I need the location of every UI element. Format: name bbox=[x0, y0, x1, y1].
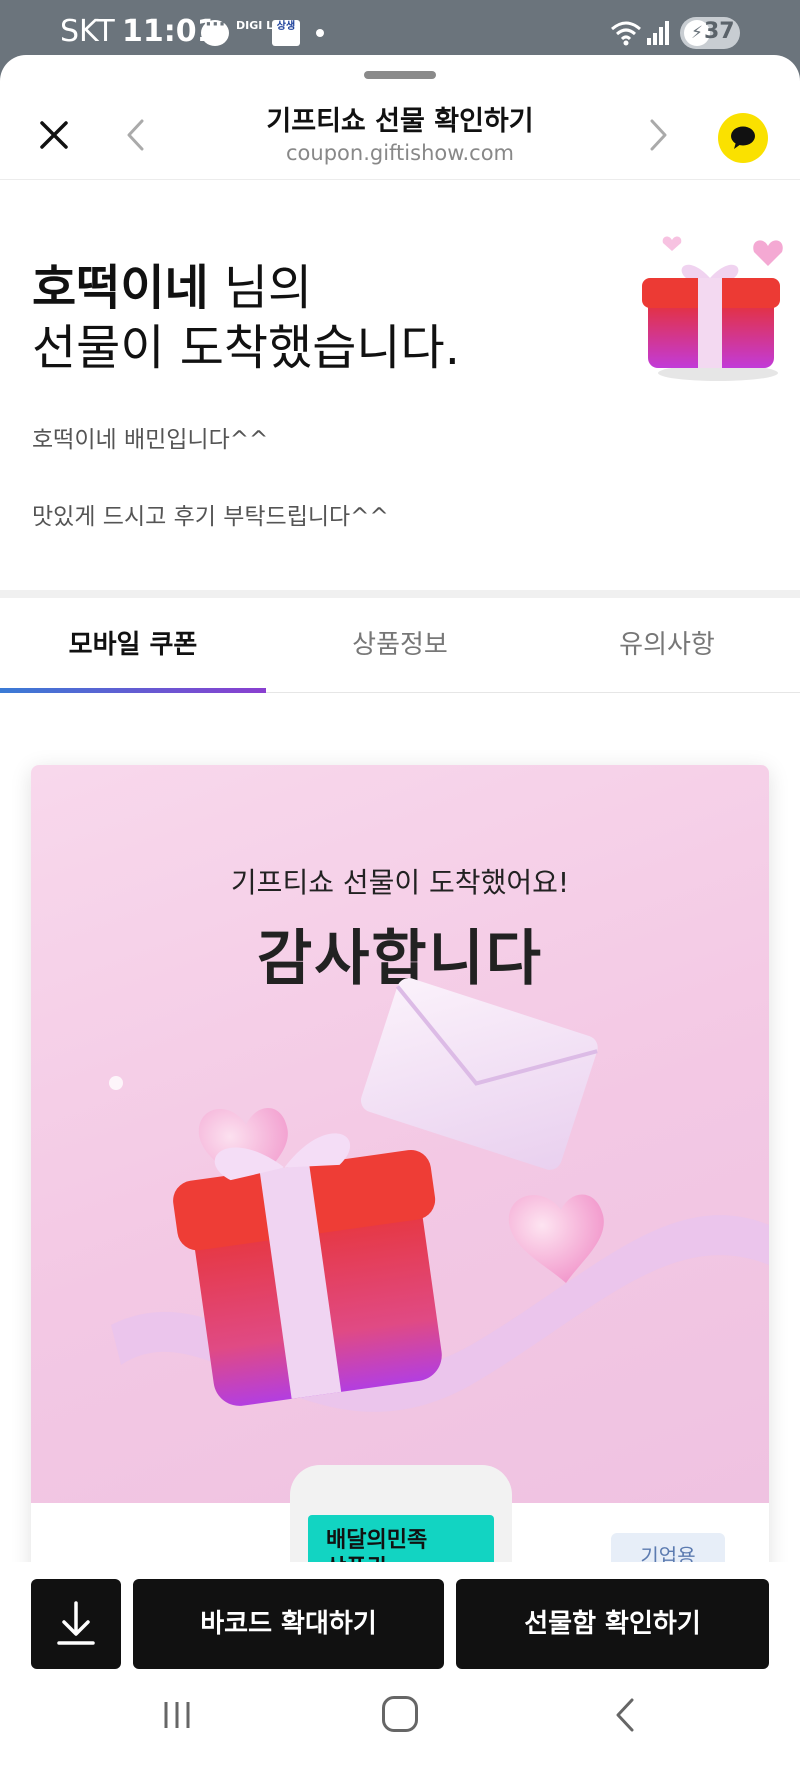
chevron-left-icon[interactable] bbox=[118, 115, 152, 155]
close-icon[interactable] bbox=[32, 113, 76, 157]
back-icon[interactable] bbox=[610, 1696, 640, 1734]
battery-indicator: ⚡ 37 bbox=[680, 17, 740, 49]
gift-envelope-illustration bbox=[109, 978, 769, 1412]
more-notifications-icon bbox=[316, 29, 324, 37]
gift-message-line2: 맛있게 드시고 후기 부탁드립니다^^ bbox=[32, 504, 389, 530]
giftbox-button[interactable]: 선물함 확인하기 bbox=[456, 1579, 769, 1669]
product-brand: 배달의민족 bbox=[326, 1528, 428, 1553]
home-icon[interactable] bbox=[382, 1696, 418, 1732]
browser-header: 기프티쇼 선물 확인하기 coupon.giftishow.com bbox=[0, 79, 800, 180]
tab-bar: 모바일 쿠폰 상품정보 유의사항 bbox=[0, 598, 800, 693]
system-nav-bar bbox=[0, 1672, 800, 1778]
coupon-card: 기프티쇼 선물이 도착했어요! 감사합니다 기업용 배달의민족 bbox=[31, 765, 769, 1665]
section-divider bbox=[0, 590, 800, 598]
active-tab-indicator bbox=[0, 688, 266, 693]
recent-apps-icon[interactable] bbox=[160, 1698, 194, 1732]
drag-handle[interactable] bbox=[364, 71, 436, 79]
download-button[interactable] bbox=[31, 1579, 121, 1669]
carrier-label: SKT bbox=[60, 14, 115, 49]
kakao-share-button[interactable] bbox=[718, 113, 768, 163]
hero-headline-line2: 선물이 도착했습니다. bbox=[32, 320, 460, 376]
chevron-right-icon[interactable] bbox=[642, 115, 676, 155]
gift-message-line1: 호떡이네 배민입니다^^ bbox=[32, 427, 269, 453]
barcode-zoom-button[interactable]: 바코드 확대하기 bbox=[133, 1579, 444, 1669]
sangsaeng-notification-icon: 상생 bbox=[272, 20, 300, 46]
kakao-talk-icon bbox=[731, 126, 755, 149]
chat-notification-icon bbox=[201, 14, 229, 46]
tab-product-info[interactable]: 상품정보 bbox=[267, 598, 533, 693]
sender-name: 호떡이네 bbox=[32, 260, 209, 316]
hero-headline-line1: 호떡이네 님의 bbox=[32, 258, 312, 318]
download-icon bbox=[57, 1601, 95, 1645]
battery-level: 37 bbox=[704, 19, 735, 44]
page-title: 기프티쇼 선물 확인하기 bbox=[266, 106, 534, 137]
gift-box-illustration bbox=[642, 236, 783, 381]
gift-hero: 호떡이네 님의 선물이 도착했습니다. 호떡이네 배민입니다^^ 맛있게 드시고… bbox=[0, 180, 800, 590]
sender-suffix: 님의 bbox=[208, 260, 313, 316]
tab-mobile-coupon[interactable]: 모바일 쿠폰 bbox=[0, 598, 266, 693]
coupon-banner: 기프티쇼 선물이 도착했어요! 감사합니다 bbox=[31, 765, 769, 1503]
signal-icon bbox=[647, 21, 669, 45]
page-url: coupon.giftishow.com bbox=[286, 141, 514, 165]
webview-sheet: 기프티쇼 선물 확인하기 coupon.giftishow.com 호떡이네 님… bbox=[0, 55, 800, 1778]
banner-subtitle: 기프티쇼 선물이 도착했어요! bbox=[230, 866, 570, 899]
tab-notes[interactable]: 유의사항 bbox=[534, 598, 800, 693]
wifi-icon bbox=[611, 21, 641, 46]
